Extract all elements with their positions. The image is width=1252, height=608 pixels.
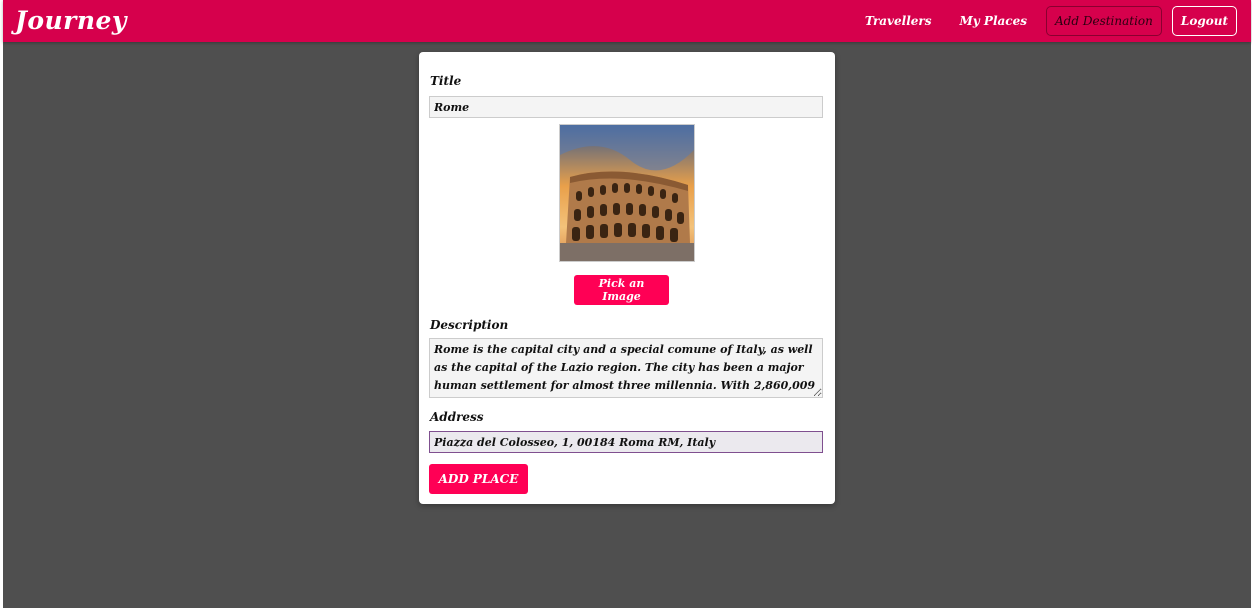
title-label: Title — [430, 74, 462, 88]
title-input[interactable] — [429, 96, 823, 118]
add-place-form: Title Rome Pick an Image Description Rom… — [419, 52, 835, 504]
nav-my-places[interactable]: My Places — [951, 6, 1037, 36]
nav-add-destination[interactable]: Add Destination — [1046, 6, 1162, 36]
nav-travellers[interactable]: Travellers — [856, 6, 941, 36]
nav-logout[interactable]: Logout — [1171, 6, 1237, 36]
address-input[interactable] — [429, 431, 823, 453]
app-frame: Journey Travellers My Places Add Destina… — [3, 0, 1251, 608]
description-textarea[interactable]: Rome is the capital city and a special c… — [429, 338, 823, 398]
description-label: Description — [430, 318, 509, 332]
brand-logo[interactable]: Journey — [15, 6, 127, 35]
address-label: Address — [430, 410, 484, 424]
add-place-button[interactable]: ADD PLACE — [429, 464, 528, 494]
colosseum-image — [560, 125, 694, 261]
pick-image-button[interactable]: Pick an Image — [574, 275, 669, 305]
image-preview — [559, 124, 695, 262]
top-navbar: Journey Travellers My Places Add Destina… — [3, 0, 1251, 42]
nav-links: Travellers My Places Add Destination Log… — [856, 6, 1237, 36]
